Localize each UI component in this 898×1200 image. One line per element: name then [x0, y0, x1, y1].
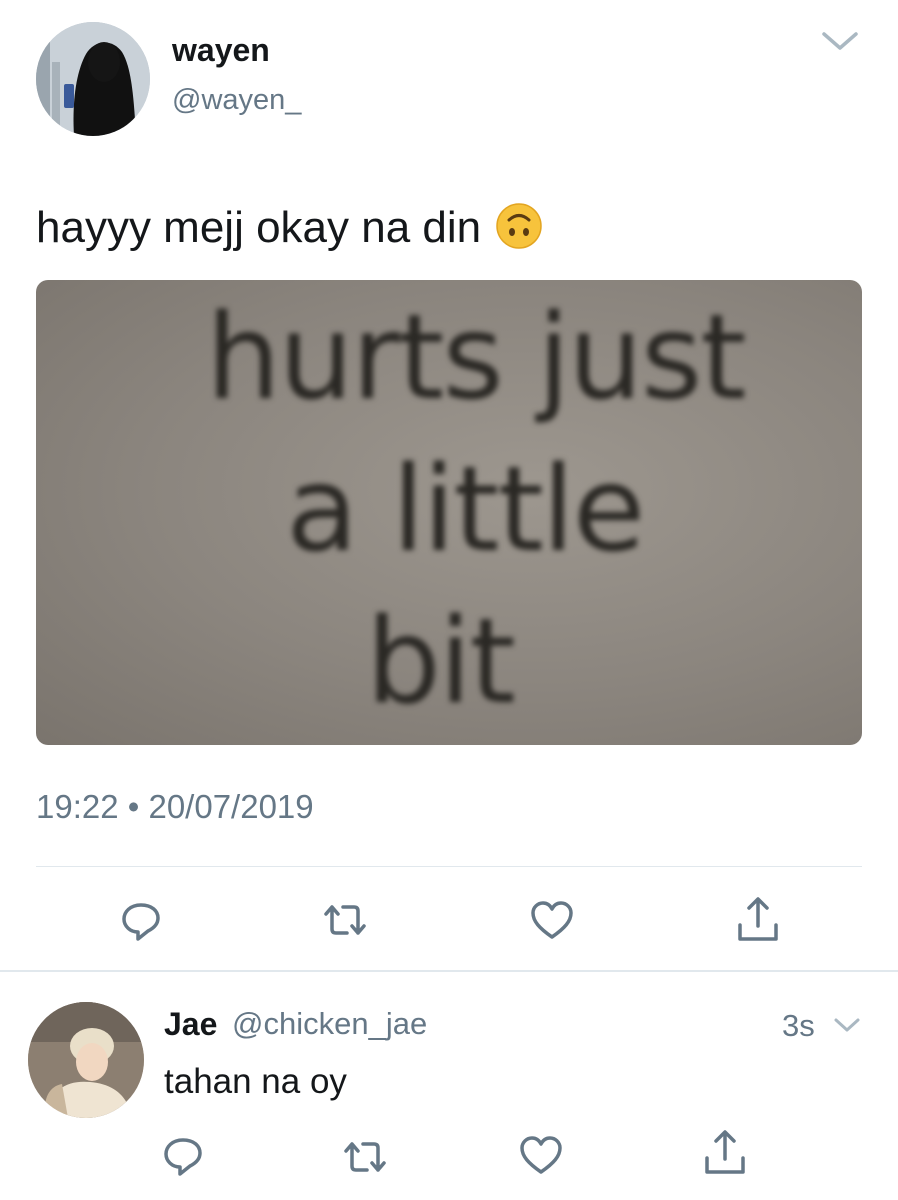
- share-icon[interactable]: [733, 895, 783, 945]
- author-avatar[interactable]: [36, 22, 150, 136]
- divider: [36, 866, 862, 867]
- reply-time: 3s: [782, 1008, 815, 1043]
- reply-author-avatar[interactable]: [28, 1002, 144, 1118]
- divider: [0, 970, 898, 972]
- reply-author-handle[interactable]: @chicken_jae: [232, 1004, 427, 1044]
- reply-icon[interactable]: [116, 895, 166, 945]
- like-icon[interactable]: [516, 1130, 566, 1180]
- retweet-icon[interactable]: [340, 1132, 390, 1182]
- media-text-line: hurts just: [206, 288, 747, 426]
- like-icon[interactable]: [527, 895, 577, 945]
- tweet-text-content: hayyy mejj okay na din: [36, 203, 482, 252]
- upside-down-face-icon: [495, 202, 543, 264]
- tweet-timestamp[interactable]: 19:22 • 20/07/2019: [36, 786, 314, 828]
- tweet-text: hayyy mejj okay na din: [36, 200, 543, 264]
- reply-author-name[interactable]: Jae: [164, 1004, 217, 1044]
- share-icon[interactable]: [700, 1128, 750, 1178]
- avatar-silhouette-icon: [36, 22, 150, 136]
- chevron-down-icon[interactable]: [818, 26, 862, 56]
- media-text-line: bit: [366, 592, 516, 730]
- tweet-media-image[interactable]: hurts just a little bit: [36, 280, 862, 745]
- reply-icon[interactable]: [158, 1130, 208, 1180]
- reply-text: tahan na oy: [164, 1062, 347, 1101]
- media-text-line: a little: [286, 440, 645, 578]
- retweet-icon[interactable]: [320, 895, 370, 945]
- author-name[interactable]: wayen: [172, 30, 270, 70]
- author-handle[interactable]: @wayen_: [172, 82, 301, 118]
- avatar-photo-icon: [28, 1002, 144, 1118]
- chevron-down-icon[interactable]: [832, 1014, 862, 1036]
